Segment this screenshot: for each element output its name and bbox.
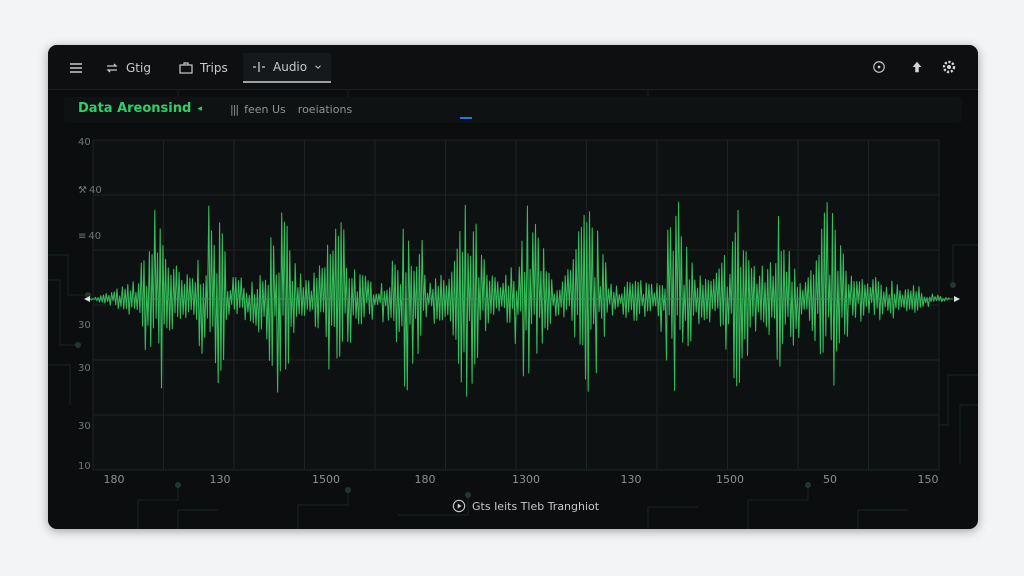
x-tick-label: 130 <box>209 473 231 486</box>
wrench-icon: ⚒ <box>78 185 87 196</box>
x-tick-label: 180 <box>103 473 125 486</box>
x-tick-label: 1500 <box>312 473 340 486</box>
x-tick-label: 1500 <box>716 473 744 486</box>
x-tick-label: 180 <box>414 473 436 486</box>
y-tick-label: ⚒ 40 <box>78 185 102 196</box>
list-icon: ≡ <box>78 231 87 242</box>
play-circle-icon <box>452 499 466 513</box>
status-bar[interactable]: Gts Ieits Tleb Tranghiot <box>452 497 599 515</box>
y-tick-label: 10 <box>78 461 91 472</box>
right-marker-icon <box>954 296 960 302</box>
x-tick-label: 50 <box>823 473 837 486</box>
y-tick-label: 30 <box>78 421 91 432</box>
x-tick-label: 130 <box>620 473 642 486</box>
y-tick-label: 30 <box>78 320 91 331</box>
y-tick-label: ≡ 40 <box>78 231 102 242</box>
waveform-plot <box>84 139 960 471</box>
left-marker-icon <box>84 296 90 302</box>
app-window: Gtig Trips Audio Data Areonsind ◂ ||| fe… <box>48 45 978 529</box>
x-tick-label: 150 <box>917 473 939 486</box>
x-tick-label: 1300 <box>512 473 540 486</box>
y-tick-label: 30 <box>78 363 91 374</box>
status-text: Gts Ieits Tleb Tranghiot <box>472 499 600 513</box>
y-tick-label: 40 <box>78 137 91 148</box>
